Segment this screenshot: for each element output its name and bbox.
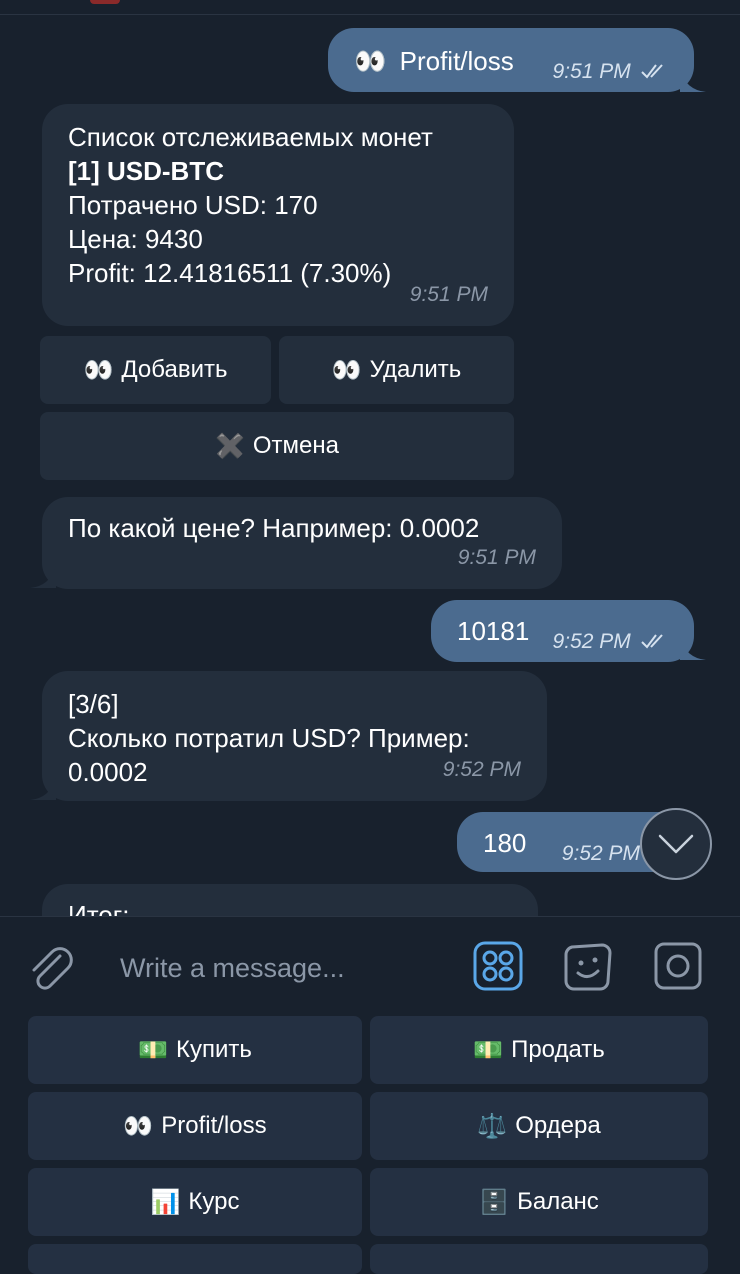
message-line: Потрачено USD: 170 xyxy=(68,190,318,220)
bubble-tail xyxy=(680,70,706,92)
message-text: 10181 xyxy=(457,616,530,646)
sticker-icon[interactable] xyxy=(562,941,614,993)
grid-icon[interactable] xyxy=(473,941,523,991)
reply-button-buy[interactable]: 💵 Купить xyxy=(28,1016,362,1084)
message-line-bold: [1] USD-BTC xyxy=(68,156,224,186)
camera-icon[interactable] xyxy=(654,942,702,990)
message-incoming[interactable]: Итог: xyxy=(42,884,538,916)
money-emoji: 💵 xyxy=(473,1036,504,1064)
scroll-down-button[interactable] xyxy=(640,808,712,880)
inline-button-cancel[interactable]: ✖️ Отмена xyxy=(40,412,514,480)
eyes-emoji: 👀 xyxy=(123,1112,154,1140)
message-line: Список отслеживаемых монет xyxy=(68,122,433,152)
eyes-emoji: 👀 xyxy=(354,46,387,76)
message-line: Цена: 9430 xyxy=(68,224,203,254)
double-check-icon xyxy=(641,64,663,79)
button-label: Profit/loss xyxy=(161,1112,267,1139)
inline-button-add[interactable]: 👀 Добавить xyxy=(40,336,271,404)
paperclip-icon[interactable] xyxy=(26,942,74,992)
button-label: Ордера xyxy=(515,1112,601,1139)
top-divider xyxy=(0,14,740,15)
message-text: Profit/loss xyxy=(399,46,514,76)
button-label: Продать xyxy=(511,1036,605,1063)
message-text: По какой цене? Например: 0.0002 xyxy=(68,513,480,543)
message-time: 9:52 PM xyxy=(561,842,640,865)
message-outgoing[interactable]: 10181 9:52 PM xyxy=(431,600,694,662)
button-label: Удалить xyxy=(369,356,462,383)
reply-button-partial[interactable] xyxy=(370,1244,708,1274)
reply-button-profit-loss[interactable]: 👀 Profit/loss xyxy=(28,1092,362,1160)
reply-button-sell[interactable]: 💵 Продать xyxy=(370,1016,708,1084)
reply-button-balance[interactable]: 🗄️ Баланс xyxy=(370,1168,708,1236)
reply-button-partial[interactable] xyxy=(28,1244,362,1274)
button-label: Отмена xyxy=(252,432,339,459)
chevron-down-icon xyxy=(658,834,694,854)
message-line: [3/6] xyxy=(68,689,119,719)
message-incoming[interactable]: [3/6] Сколько потратил USD? Пример: 0.00… xyxy=(42,671,547,801)
message-text: Итог: xyxy=(68,900,130,916)
message-incoming[interactable]: По какой цене? Например: 0.0002 9:51 PM xyxy=(42,497,562,589)
message-time: 9:52 PM xyxy=(442,758,521,781)
bar-chart-emoji: 📊 xyxy=(150,1188,181,1216)
message-time: 9:51 PM xyxy=(552,60,631,83)
inline-button-remove[interactable]: 👀 Удалить xyxy=(279,336,514,404)
message-time: 9:52 PM xyxy=(552,630,631,653)
message-outgoing[interactable]: 👀 Profit/loss 9:51 PM xyxy=(328,28,694,92)
button-label: Купить xyxy=(176,1036,252,1063)
scales-emoji: ⚖️ xyxy=(477,1112,508,1140)
reply-button-rate[interactable]: 📊 Курс xyxy=(28,1168,362,1236)
button-label: Курс xyxy=(188,1188,240,1215)
button-label: Добавить xyxy=(121,356,228,383)
eyes-emoji: 👀 xyxy=(331,356,362,384)
message-input[interactable] xyxy=(110,944,460,992)
reply-button-orders[interactable]: ⚖️ Ордера xyxy=(370,1092,708,1160)
double-check-icon xyxy=(641,634,663,649)
message-incoming[interactable]: Список отслеживаемых монет [1] USD-BTC П… xyxy=(42,104,514,326)
previous-message-fragment xyxy=(90,0,120,4)
message-line: Сколько потратил USD? Пример: xyxy=(68,723,470,753)
eyes-emoji: 👀 xyxy=(83,356,114,384)
bubble-tail xyxy=(680,638,706,660)
message-time: 9:51 PM xyxy=(409,283,488,306)
bubble-tail xyxy=(30,566,56,588)
message-time: 9:51 PM xyxy=(457,546,536,569)
money-emoji: 💵 xyxy=(138,1036,168,1064)
cabinet-emoji: 🗄️ xyxy=(479,1188,510,1216)
message-text: 180 xyxy=(483,828,527,858)
cross-emoji: ✖️ xyxy=(215,432,245,460)
chat-area[interactable]: 👀 Profit/loss 9:51 PM Список отслеживаем… xyxy=(0,0,740,916)
bubble-tail xyxy=(30,778,56,800)
button-label: Баланс xyxy=(517,1188,599,1215)
